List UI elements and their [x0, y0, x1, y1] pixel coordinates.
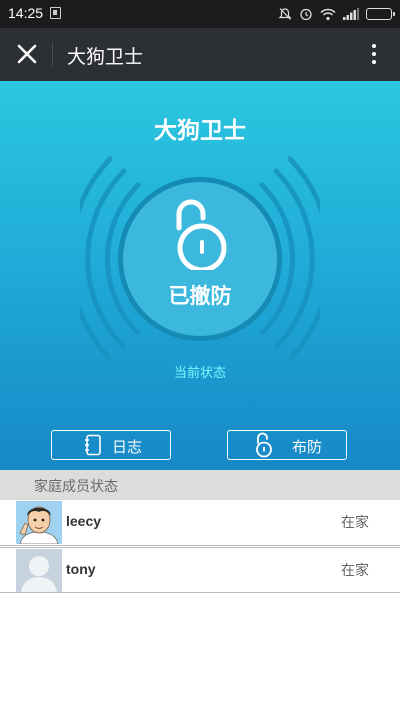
hero-title: 大狗卫士: [154, 118, 246, 144]
current-status-label: 当前状态: [173, 366, 226, 381]
cartoon-avatar-icon: [16, 501, 62, 544]
arm-button[interactable]: 布防: [227, 430, 347, 460]
family-section-title: 家庭成员状态: [34, 479, 118, 495]
arm-button-label: 布防: [292, 438, 323, 456]
lock-status-button[interactable]: 已撤防: [118, 177, 282, 341]
sim-icon: [50, 7, 61, 19]
notification-muted-icon: [278, 8, 292, 20]
default-avatar-icon: [16, 549, 62, 592]
more-vertical-icon: [366, 44, 382, 64]
avatar: [16, 549, 62, 592]
log-button[interactable]: 日志: [51, 430, 171, 460]
alarm-icon: [300, 8, 312, 21]
status-icons: [278, 4, 395, 24]
battery-icon: [366, 8, 395, 20]
status-time: 14:25: [8, 5, 44, 21]
member-row-leecy[interactable]: leecy 在家: [0, 500, 400, 546]
close-icon: [17, 44, 37, 64]
log-button-label: 日志: [112, 438, 143, 456]
nav-title: 大狗卫士: [67, 46, 144, 68]
member-name: leecy: [66, 513, 102, 529]
nav-bar: 大狗卫士: [0, 28, 400, 81]
lock-state-label: 已撤防: [168, 284, 232, 308]
more-button[interactable]: [366, 40, 382, 68]
unlock-icon: [256, 432, 272, 458]
member-status: 在家: [341, 515, 369, 531]
signal-icon: [343, 8, 359, 20]
wifi-icon: [320, 8, 336, 20]
member-row-tony[interactable]: tony 在家: [0, 547, 400, 593]
close-button[interactable]: [10, 37, 44, 71]
unlock-icon: [176, 199, 227, 270]
avatar: [16, 501, 62, 544]
member-status: 在家: [341, 563, 369, 579]
notebook-icon: [85, 434, 101, 456]
status-bar: 14:25: [0, 0, 400, 28]
security-panel: 大狗卫士 已撤防 当前状态 日志 布防: [0, 81, 400, 470]
member-name: tony: [66, 561, 96, 577]
family-section-header: 家庭成员状态: [0, 470, 400, 500]
nav-divider: [52, 42, 53, 67]
